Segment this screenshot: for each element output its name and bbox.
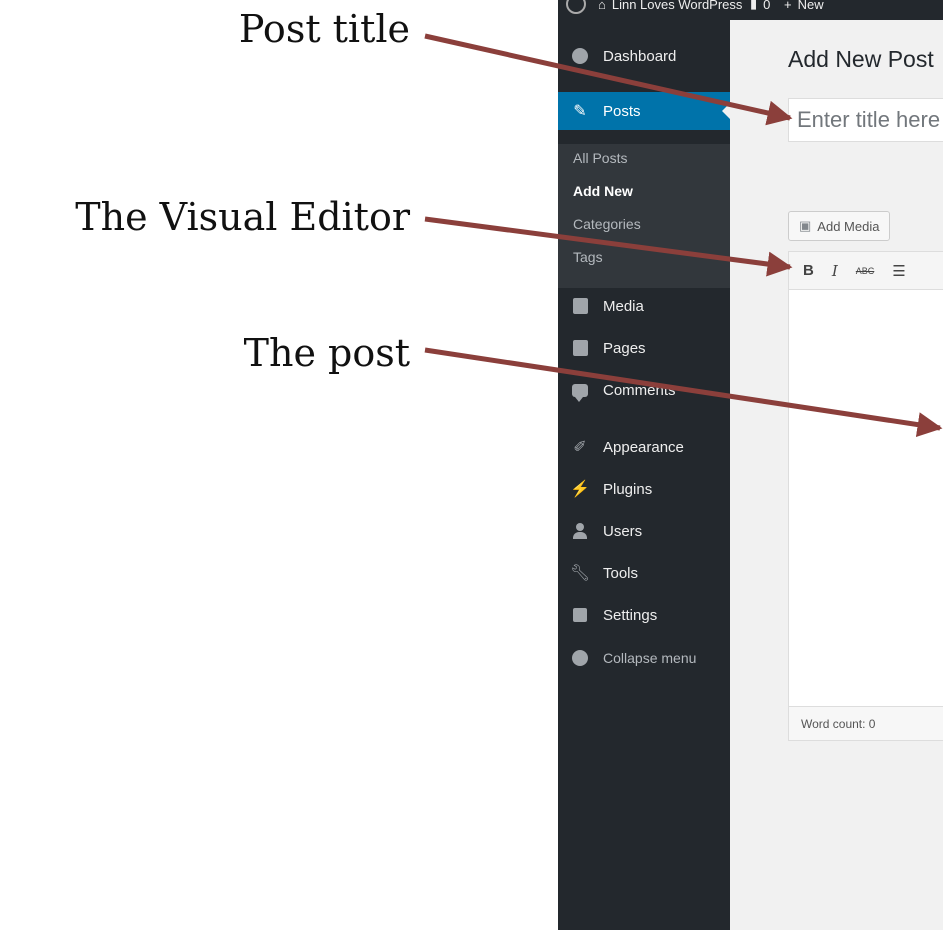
comments-icon [569, 379, 591, 402]
wrench-icon: 🔧︎ [569, 565, 591, 582]
collapse-menu-button[interactable]: Collapse menu [558, 639, 730, 677]
sidebar-item-appearance[interactable]: ✐ Appearance [558, 428, 730, 466]
submenu-add-new[interactable]: Add New [573, 183, 633, 199]
wordpress-screenshot: ⌂ Linn Loves WordPress ▮ 0 + New Dashboa… [558, 0, 943, 930]
collapse-icon [569, 647, 591, 669]
new-content-link[interactable]: + New [784, 0, 824, 20]
wordpress-logo-icon[interactable] [566, 0, 586, 20]
page-title: Add New Post [788, 46, 934, 72]
editor-toolbar: B I ABC ☰ [789, 252, 943, 290]
home-icon: ⌂ [598, 0, 606, 12]
submenu-categories[interactable]: Categories [573, 216, 641, 232]
add-media-button[interactable]: ▣ Add Media [788, 211, 891, 241]
new-label: New [797, 0, 824, 12]
user-icon [569, 520, 591, 542]
sidebar-item-media[interactable]: Media [558, 287, 730, 325]
settings-icon [569, 604, 591, 626]
pin-icon: ✎ [573, 103, 587, 120]
comment-bubble-icon: ▮ [750, 0, 758, 11]
media-icon [569, 295, 591, 317]
annotation-visual-editor: The Visual Editor [75, 195, 410, 239]
annotation-the-post: The post [243, 331, 410, 375]
main-content: Add New Post ▣ Add Media B I ABC ☰ Word … [730, 20, 943, 930]
bold-button[interactable]: B [803, 262, 814, 279]
sidebar-item-pages[interactable]: Pages [558, 329, 730, 367]
media-icon: ▣ [799, 218, 812, 233]
plus-icon: + [784, 0, 792, 12]
posts-submenu: All Posts Add New Categories Tags [558, 144, 730, 288]
admin-comments-link[interactable]: ▮ 0 [750, 0, 770, 20]
admin-bar: ⌂ Linn Loves WordPress ▮ 0 + New [558, 0, 943, 20]
brush-icon: ✐ [573, 439, 587, 456]
italic-button[interactable]: I [832, 262, 838, 280]
strikethrough-button[interactable]: ABC [856, 266, 875, 276]
admin-sidebar: Dashboard ✎ Posts All Posts Add New Cate… [558, 20, 730, 930]
comments-count: 0 [763, 0, 771, 12]
annotation-post-title: Post title [238, 7, 410, 51]
word-count: Word count: 0 [789, 706, 943, 740]
post-content-area[interactable] [789, 290, 943, 700]
site-name-link[interactable]: ⌂ Linn Loves WordPress [598, 0, 742, 20]
add-media-label: Add Media [817, 218, 880, 234]
plug-icon: ⚡ [570, 481, 590, 498]
site-name: Linn Loves WordPress [611, 0, 743, 12]
submenu-tags[interactable]: Tags [573, 249, 603, 265]
sidebar-item-tools[interactable]: 🔧︎ Tools [558, 554, 730, 592]
bullet-list-button[interactable]: ☰ [892, 262, 905, 280]
sidebar-item-plugins[interactable]: ⚡ Plugins [558, 470, 730, 508]
sidebar-item-dashboard[interactable]: Dashboard [558, 37, 730, 75]
sidebar-item-comments[interactable]: Comments [558, 371, 730, 409]
pages-icon [569, 337, 591, 359]
sidebar-item-posts[interactable]: ✎ Posts [558, 92, 730, 130]
dashboard-icon [569, 45, 591, 67]
post-title-input[interactable] [788, 98, 943, 142]
visual-editor: B I ABC ☰ Word count: 0 [788, 251, 943, 741]
submenu-all-posts[interactable]: All Posts [573, 150, 627, 166]
sidebar-item-settings[interactable]: Settings [558, 596, 730, 634]
sidebar-item-users[interactable]: Users [558, 512, 730, 550]
